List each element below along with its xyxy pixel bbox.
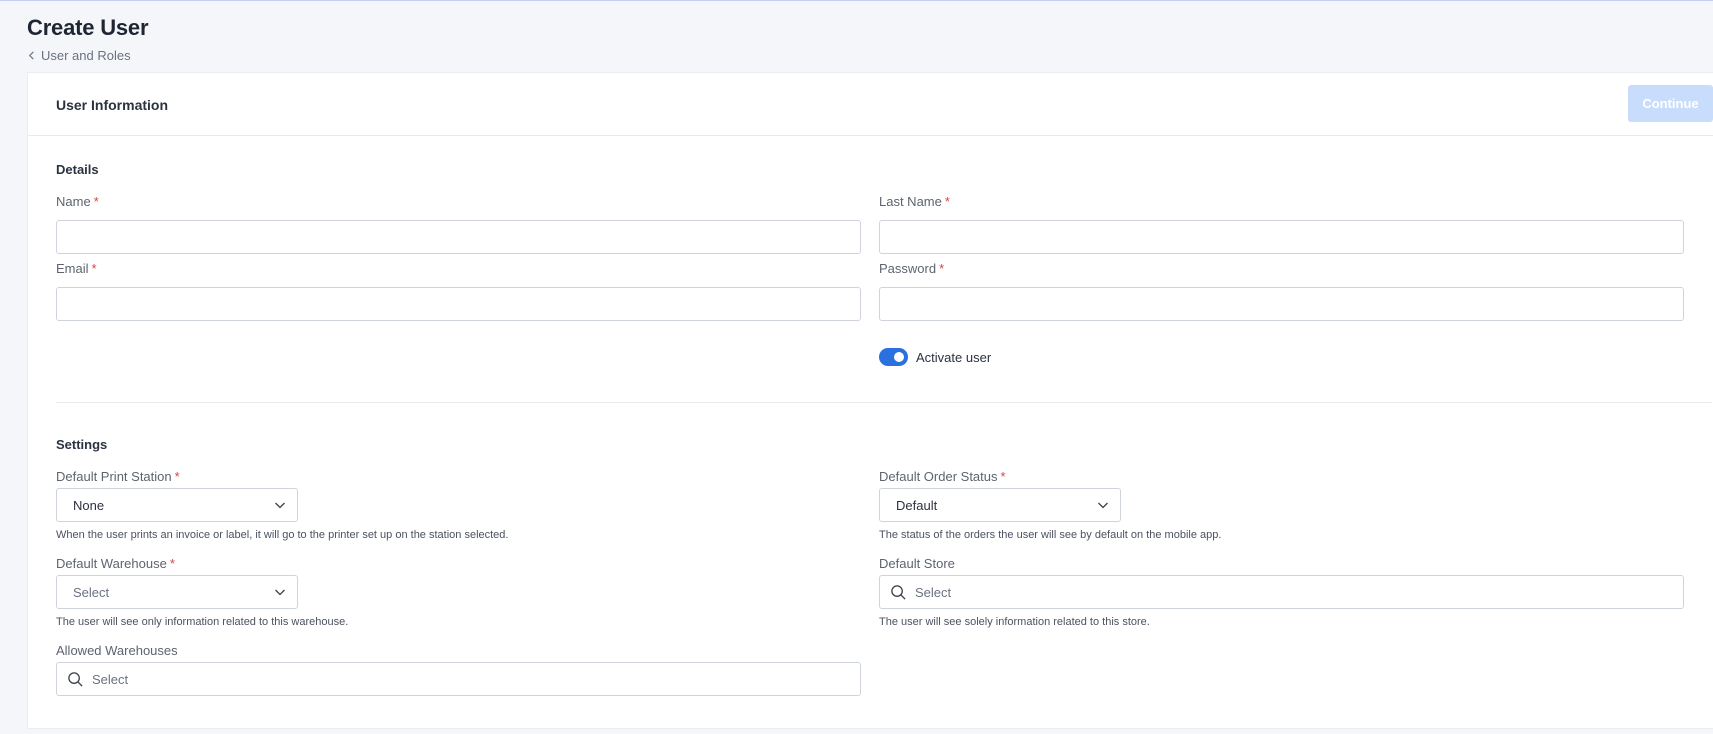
name-label: Name * <box>56 194 99 209</box>
store-label: Default Store <box>879 556 955 571</box>
last-name-input[interactable] <box>879 220 1684 254</box>
required-mark: * <box>93 194 99 209</box>
user-information-card: User Information Continue Details Name * … <box>27 72 1713 729</box>
print-station-label: Default Print Station * <box>56 469 180 484</box>
search-icon <box>68 671 83 687</box>
card-header: User Information Continue <box>28 73 1713 136</box>
warehouse-label: Default Warehouse * <box>56 556 175 571</box>
allowed-warehouses-label: Allowed Warehouses <box>56 643 178 658</box>
warehouse-help: The user will see only information relat… <box>56 616 349 628</box>
toggle-knob <box>894 352 904 362</box>
required-mark: * <box>91 261 97 276</box>
section-divider <box>56 402 1712 403</box>
store-search-input[interactable] <box>915 584 1673 600</box>
email-input[interactable] <box>56 287 861 321</box>
warehouse-label-text: Default Warehouse <box>56 556 167 571</box>
activate-user-toggle[interactable] <box>879 348 908 366</box>
order-status-select[interactable]: Default <box>879 488 1121 522</box>
chevron-down-icon <box>275 502 285 509</box>
password-input[interactable] <box>879 287 1684 321</box>
password-label: Password * <box>879 261 944 276</box>
last-name-label-text: Last Name <box>879 194 942 209</box>
allowed-warehouses-search-select[interactable] <box>56 662 861 696</box>
allowed-warehouses-label-text: Allowed Warehouses <box>56 643 178 658</box>
name-label-text: Name <box>56 194 91 209</box>
password-label-text: Password <box>879 261 937 276</box>
page-title: Create User <box>27 15 149 40</box>
warehouse-select[interactable]: Select <box>56 575 298 609</box>
chevron-down-icon <box>1098 502 1108 509</box>
settings-section-title: Settings <box>56 437 108 452</box>
email-label: Email * <box>56 261 97 276</box>
print-station-help: When the user prints an invoice or label… <box>56 529 509 541</box>
name-input[interactable] <box>56 220 861 254</box>
required-mark: * <box>174 469 180 484</box>
email-label-text: Email <box>56 261 89 276</box>
details-section-title: Details <box>56 162 99 177</box>
order-status-value: Default <box>896 497 938 513</box>
last-name-label: Last Name * <box>879 194 950 209</box>
allowed-warehouses-search-input[interactable] <box>92 671 850 687</box>
required-mark: * <box>1000 469 1006 484</box>
order-status-label-text: Default Order Status <box>879 469 998 484</box>
store-help: The user will see solely information rel… <box>879 616 1150 628</box>
activate-user-toggle-row[interactable]: Activate user <box>879 348 991 366</box>
print-station-value: None <box>73 497 105 513</box>
chevron-left-icon <box>28 51 34 60</box>
required-mark: * <box>169 556 175 571</box>
store-search-select[interactable] <box>879 575 1684 609</box>
required-mark: * <box>939 261 945 276</box>
print-station-label-text: Default Print Station <box>56 469 172 484</box>
store-label-text: Default Store <box>879 556 955 571</box>
card-title: User Information <box>56 97 169 113</box>
order-status-help: The status of the orders the user will s… <box>879 529 1222 541</box>
chevron-down-icon <box>275 589 285 596</box>
print-station-select[interactable]: None <box>56 488 298 522</box>
breadcrumb-label: User and Roles <box>41 48 131 63</box>
order-status-label: Default Order Status * <box>879 469 1006 484</box>
breadcrumb-back-link[interactable]: User and Roles <box>27 48 148 63</box>
continue-button[interactable]: Continue <box>1628 85 1713 122</box>
search-icon <box>891 584 906 600</box>
page-header: Create User User and Roles <box>27 15 149 63</box>
activate-user-label: Activate user <box>916 349 992 365</box>
required-mark: * <box>944 194 950 209</box>
warehouse-placeholder: Select <box>73 584 110 600</box>
